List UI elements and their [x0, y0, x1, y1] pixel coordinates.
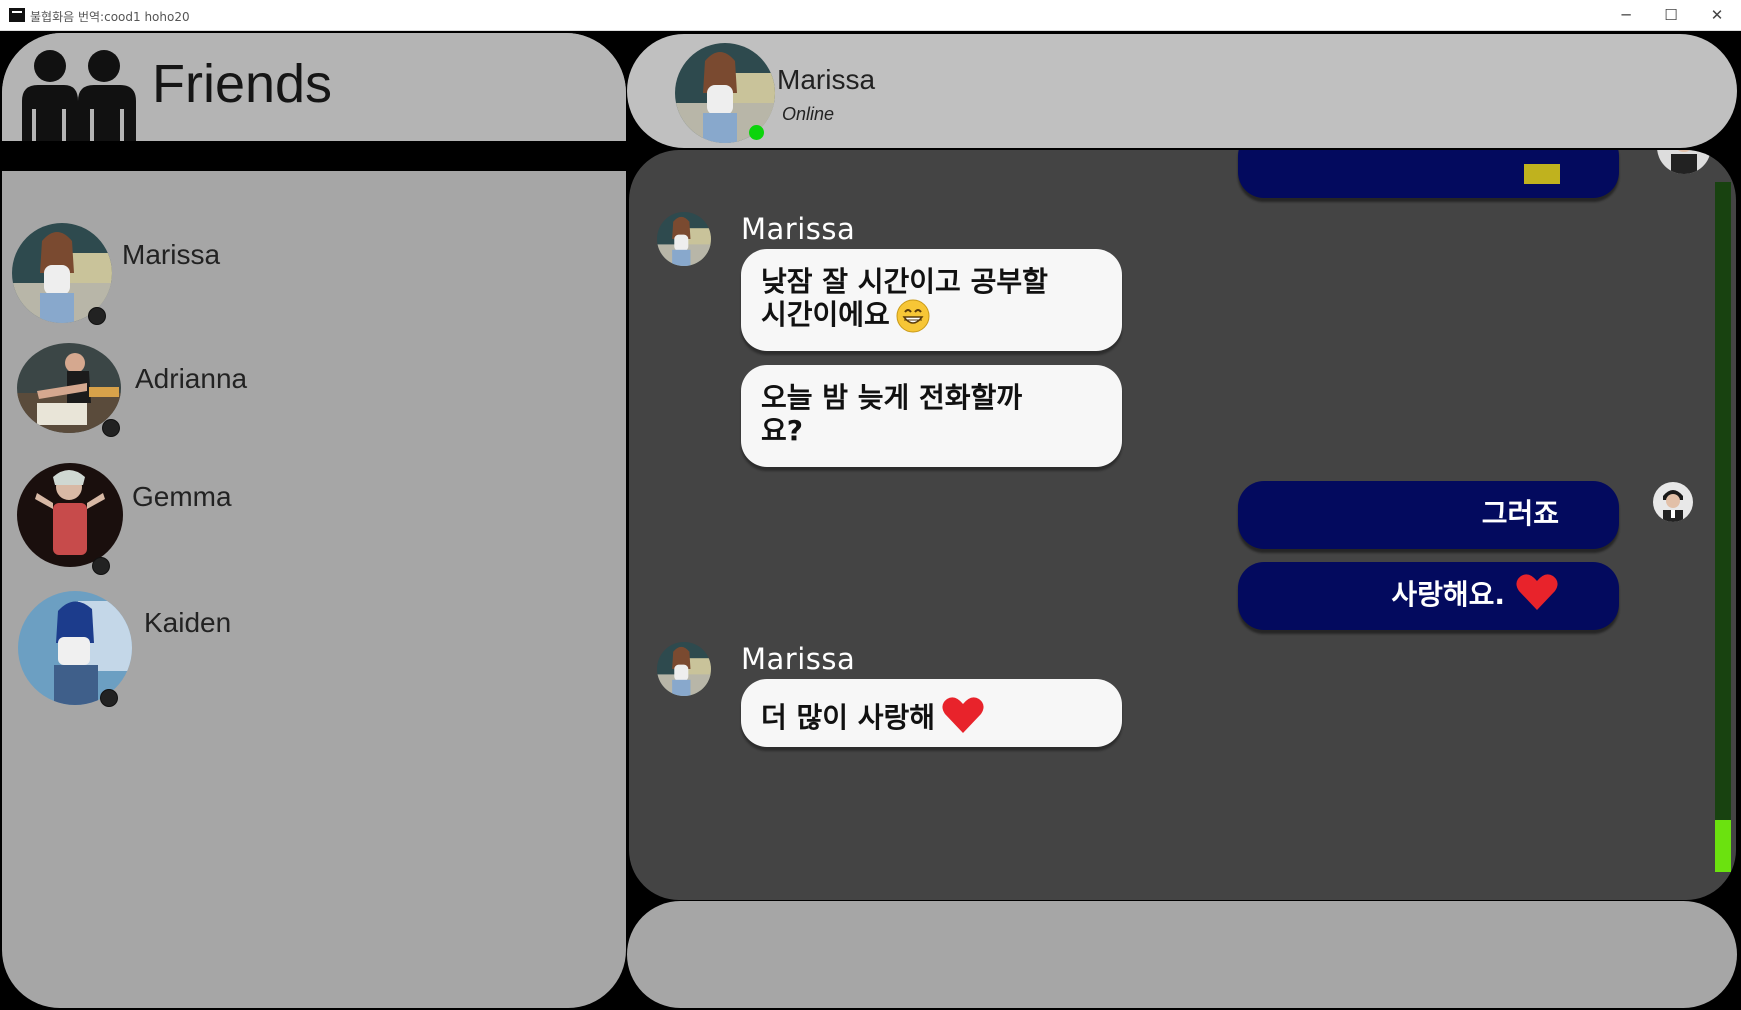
status-dot: [102, 419, 120, 437]
heart-icon: [942, 697, 984, 733]
window-titlebar: 불협화음 번역:cood1 hoho20 ─ ☐ ✕: [0, 0, 1741, 31]
friend-name: Adrianna: [135, 363, 248, 394]
header-divider: [2, 141, 626, 171]
sender-name: Marissa: [741, 212, 856, 246]
message-text: 더 많이 사랑해: [761, 701, 936, 734]
heart-icon: [1516, 574, 1558, 610]
friends-header: Friends: [2, 33, 626, 149]
avatar: [18, 591, 132, 705]
friend-name: Marissa: [122, 239, 221, 270]
message-text: 시간이에요: [761, 298, 890, 331]
friend-name: Kaiden: [144, 607, 232, 638]
scrollbar-thumb[interactable]: [1715, 820, 1731, 872]
message-input-area[interactable]: [627, 901, 1737, 1008]
friend-item-adrianna[interactable]: Adrianna: [2, 343, 602, 443]
friend-item-gemma[interactable]: Gemma: [2, 463, 602, 575]
friend-name: Gemma: [132, 481, 232, 512]
status-dot: [100, 689, 118, 707]
close-button[interactable]: ✕: [1702, 5, 1732, 25]
message-bubble-incoming: 더 많이 사랑해: [741, 679, 1122, 747]
sender-avatar: [657, 642, 711, 696]
grin-icon: [896, 299, 930, 333]
friends-icon: [22, 50, 136, 149]
online-status-dot: [749, 125, 764, 140]
sender-name: Marissa: [741, 642, 856, 676]
status-dot: [88, 307, 106, 325]
maximize-button[interactable]: ☐: [1656, 5, 1686, 25]
message-bubble-outgoing: 사랑해요.: [1238, 562, 1619, 630]
friend-item-marissa[interactable]: Marissa: [2, 223, 602, 325]
scrollbar-track[interactable]: [1715, 182, 1731, 872]
message-text: 그러죠: [1481, 497, 1559, 530]
my-avatar: [1653, 482, 1693, 522]
friend-item-kaiden[interactable]: Kaiden: [2, 591, 602, 707]
avatar: [17, 463, 123, 567]
message-bubble-outgoing: [1238, 150, 1619, 198]
message-list[interactable]: Marissa 낮잠 잘 시간이고 공부할 시간이에요 오늘 밤 늦게 전화할까…: [629, 150, 1736, 900]
window-title: 불협화음 번역:cood1 hoho20: [30, 10, 190, 24]
message-text: 오늘 밤 늦게 전화할까: [761, 381, 1023, 414]
friends-title: Friends: [152, 54, 333, 114]
message-bubble-outgoing: 그러죠: [1238, 481, 1619, 549]
minimize-button[interactable]: ─: [1611, 5, 1641, 25]
sticker-icon: [1524, 164, 1560, 184]
app-icon: [9, 8, 25, 22]
message-text: 낮잠 잘 시간이고 공부할: [761, 265, 1048, 298]
message-text: 요?: [761, 414, 804, 447]
message-bubble-incoming: 낮잠 잘 시간이고 공부할 시간이에요: [741, 249, 1122, 351]
status-dot: [92, 557, 110, 575]
friends-panel: Friends Marissa Adrianna Gemma Kaiden: [2, 33, 626, 1008]
chat-header: Marissa Online: [627, 34, 1737, 148]
message-bubble-incoming: 오늘 밤 늦게 전화할까 요?: [741, 365, 1122, 467]
sender-avatar: [657, 212, 711, 266]
contact-name: Marissa: [777, 64, 876, 95]
message-text: 사랑해요.: [1391, 578, 1505, 611]
my-avatar: [1657, 150, 1711, 174]
contact-status: Online: [782, 104, 835, 124]
